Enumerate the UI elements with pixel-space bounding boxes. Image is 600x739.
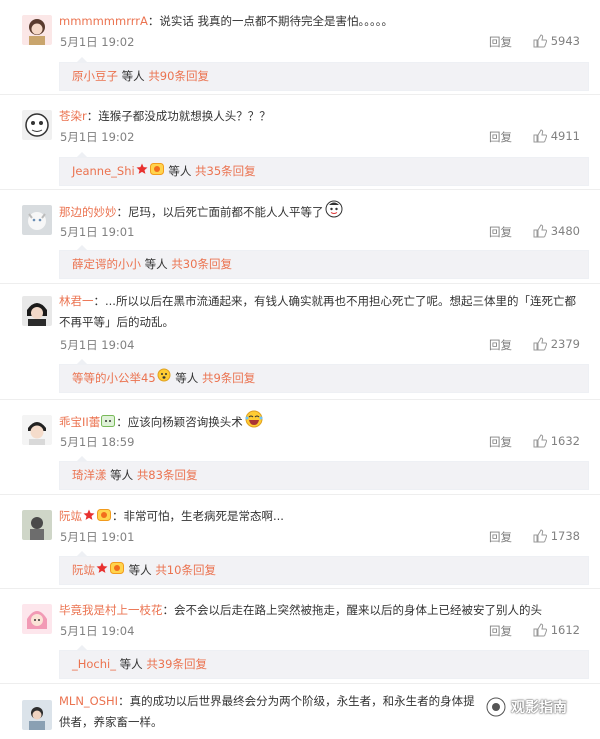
- comment-item: 乖宝II蕾 ：应该向杨颖咨询换头术 5月1日 18:59 回复 1632 琦洋漾 …: [0, 400, 600, 495]
- avatar[interactable]: [22, 510, 52, 540]
- username-link[interactable]: 苍染r: [59, 109, 87, 123]
- badge-icon: [101, 412, 116, 434]
- thumbs-up-icon: [533, 224, 547, 238]
- comment-item: 林君一：...所以以后在黑市流通起来，有钱人确实就再也不用担心死亡了呢。想起三体…: [0, 284, 600, 400]
- reply-button[interactable]: 回复: [489, 337, 512, 353]
- comment-date: 5月1日 19:02: [60, 130, 135, 144]
- like-count: 1738: [550, 529, 580, 543]
- comment-text: 林君一：...所以以后在黑市流通起来，有钱人确实就再也不用担心死亡了呢。想起三体…: [59, 294, 576, 329]
- sub-replies-bar[interactable]: 薛定谔的小小 等人 共30条回复: [59, 245, 589, 279]
- sub-replies-bar[interactable]: 琦洋漾 等人 共83条回复: [59, 456, 589, 490]
- like-count: 1612: [550, 623, 580, 637]
- avatar[interactable]: [22, 205, 52, 235]
- avatar[interactable]: [22, 15, 52, 45]
- comment-item: 苍染r：连猴子都没成功就想换人头？？？ 5月1日 19:02 回复 4911 J…: [0, 95, 600, 190]
- comment-text: mmmmmmrrrA：说实话 我真的一点都不期待完全是害怕。。。。。: [59, 14, 394, 28]
- comment-item: 那边的妙妙：尼玛，以后死亡面前都不能人人平等了 5月1日 19:01 回复 34…: [0, 190, 600, 284]
- avatar[interactable]: [22, 296, 52, 326]
- thumbs-up-icon: [533, 337, 547, 351]
- like-button[interactable]: 3480: [533, 224, 580, 238]
- comment-text: 毕竟我是村上一枝花：会不会以后走在路上突然被拖走，醒来以后的身体上已经被安了别人…: [59, 603, 542, 617]
- sub-replies-bar[interactable]: 原小豆子 等人 共90条回复: [59, 57, 589, 91]
- comment-text: 苍染r：连猴子都没成功就想换人头？？？: [59, 109, 271, 123]
- username-link[interactable]: 那边的妙妙: [59, 205, 117, 219]
- username-link[interactable]: 乖宝II蕾: [59, 415, 100, 429]
- like-button[interactable]: 1632: [533, 434, 580, 448]
- like-button[interactable]: 1738: [533, 529, 580, 543]
- badge-icon: [110, 557, 124, 584]
- thumbs-up-icon: [533, 623, 547, 637]
- comment-text: 乖宝II蕾 ：应该向杨颖咨询换头术: [59, 410, 586, 435]
- vip-star-icon: [136, 158, 148, 185]
- reply-button[interactable]: 回复: [489, 529, 512, 545]
- comment-list: mmmmmmrrrA：说实话 我真的一点都不期待完全是害怕。。。。。 5月1日 …: [0, 0, 600, 739]
- username-link[interactable]: 林君一: [59, 294, 94, 308]
- like-count: 2379: [550, 337, 580, 351]
- like-count: 3480: [550, 224, 580, 238]
- thumbs-up-icon: [533, 434, 547, 448]
- vip-star-icon: [96, 557, 108, 584]
- reply-button[interactable]: 回复: [489, 434, 512, 450]
- vip-star-icon: [83, 506, 95, 528]
- avatar[interactable]: [22, 110, 52, 140]
- comment-text: 阮竑 ：非常可怕，生老病死是常态啊...: [59, 505, 586, 528]
- sub-replies-bar[interactable]: _Hochi_ 等人 共39条回复: [59, 645, 589, 679]
- sub-replies-bar[interactable]: 等等的小公举45 等人 共9条回复: [59, 359, 589, 393]
- username-link[interactable]: 阮竑: [59, 509, 82, 523]
- like-button[interactable]: 2379: [533, 337, 580, 351]
- reply-button[interactable]: 回复: [489, 34, 512, 50]
- comment-item: 毕竟我是村上一枝花：会不会以后走在路上突然被拖走，醒来以后的身体上已经被安了别人…: [0, 589, 600, 684]
- comment-date: 5月1日 18:59: [60, 435, 135, 449]
- comment-date: 5月1日 19:04: [60, 624, 135, 638]
- badge-icon: [149, 158, 164, 185]
- comment-item: mmmmmmrrrA：说实话 我真的一点都不期待完全是害怕。。。。。 5月1日 …: [0, 0, 600, 95]
- like-count: 4911: [550, 129, 580, 143]
- emoji-icon: [157, 365, 171, 392]
- like-button[interactable]: 4911: [533, 129, 580, 143]
- avatar[interactable]: [22, 415, 52, 445]
- thumbs-up-icon: [533, 529, 547, 543]
- reply-button[interactable]: 回复: [489, 623, 512, 639]
- reply-button[interactable]: 回复: [489, 224, 512, 240]
- like-count: 5943: [550, 34, 580, 48]
- like-count: 1632: [550, 434, 580, 448]
- username-link[interactable]: mmmmmmrrrA: [59, 14, 148, 28]
- avatar[interactable]: [22, 700, 52, 730]
- watermark: 观影指南: [486, 697, 567, 717]
- thumbs-up-icon: [533, 129, 547, 143]
- like-button[interactable]: 1612: [533, 623, 580, 637]
- comment-date: 5月1日 19:01: [60, 225, 135, 239]
- username-link[interactable]: MLN_OSHI: [59, 694, 118, 708]
- username-link[interactable]: 毕竟我是村上一枝花: [59, 603, 163, 617]
- watermark-logo-icon: [486, 697, 506, 717]
- like-button[interactable]: 5943: [533, 34, 580, 48]
- comment-date: 5月1日 19:01: [60, 530, 135, 544]
- avatar[interactable]: [22, 604, 52, 634]
- comment-item: 阮竑 ：非常可怕，生老病死是常态啊... 5月1日 19:01 回复 1738 阮…: [0, 495, 600, 589]
- thumbs-up-icon: [533, 34, 547, 48]
- comment-date: 5月1日 19:02: [60, 35, 135, 49]
- emoji-icon: [325, 200, 343, 225]
- emoji-icon: [244, 410, 264, 435]
- comment-date: 5月1日 19:04: [60, 338, 135, 352]
- sub-replies-bar[interactable]: 阮竑 等人 共10条回复: [59, 551, 589, 585]
- comment-text: 那边的妙妙：尼玛，以后死亡面前都不能人人平等了: [59, 200, 586, 225]
- badge-icon: [97, 506, 111, 528]
- sub-replies-bar[interactable]: Jeanne_Shi 等人 共35条回复: [59, 152, 589, 186]
- reply-button[interactable]: 回复: [489, 129, 512, 145]
- comment-text: MLN_OSHI：真的成功以后世界最终会分为两个阶级，永生者，和永生者的身体提供…: [59, 694, 475, 729]
